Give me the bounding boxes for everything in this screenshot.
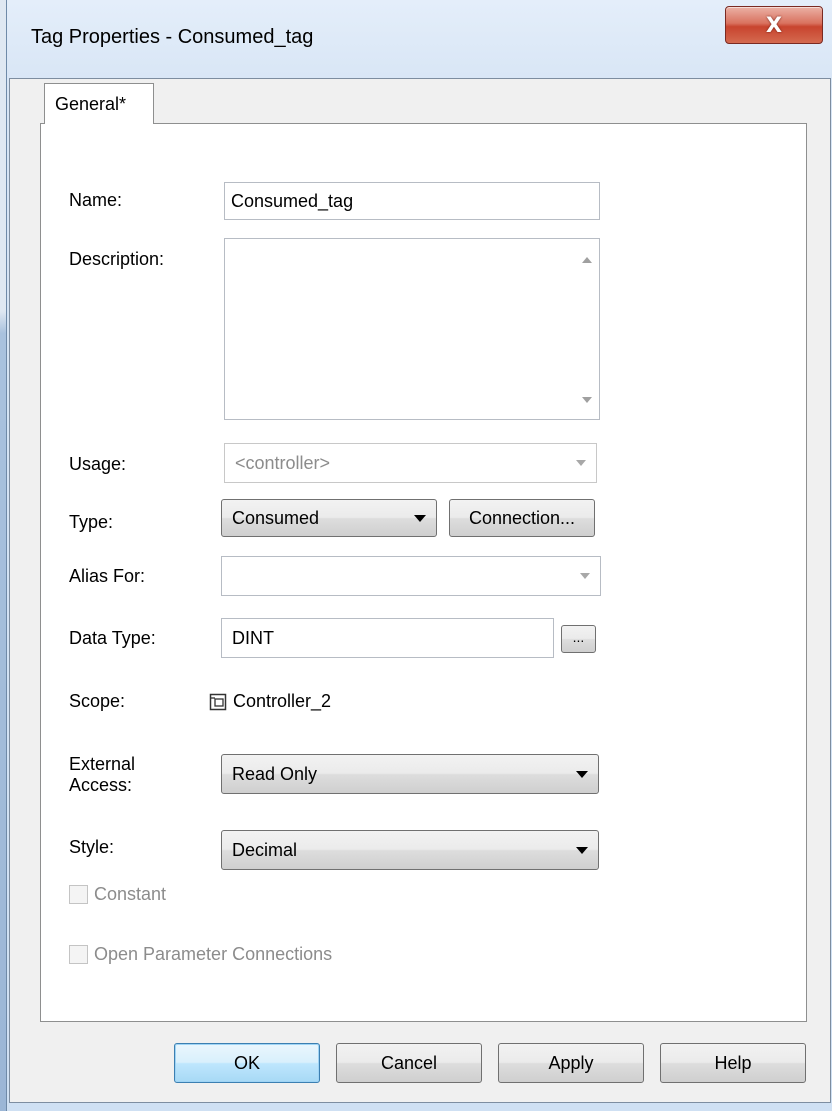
usage-label: Usage: bbox=[69, 454, 127, 474]
scroll-up-icon[interactable] bbox=[582, 257, 592, 263]
constant-label: Constant bbox=[94, 884, 167, 904]
description-textarea[interactable] bbox=[224, 238, 600, 420]
controller-icon bbox=[209, 693, 227, 711]
close-icon: X bbox=[765, 13, 783, 37]
help-button[interactable]: Help bbox=[660, 1043, 806, 1083]
external-access-select[interactable]: Read Only bbox=[221, 754, 599, 794]
constant-checkbox bbox=[69, 885, 88, 904]
constant-checkbox-row: Constant bbox=[69, 884, 166, 905]
external-access-label-line2: Access: bbox=[69, 775, 133, 795]
open-param-checkbox bbox=[69, 945, 88, 964]
open-param-checkbox-row: Open Parameter Connections bbox=[69, 944, 332, 965]
tag-properties-dialog: Tag Properties - Consumed_tag X General*… bbox=[6, 0, 832, 1111]
external-access-label-line1: External bbox=[69, 754, 136, 774]
scope-value: Controller_2 bbox=[233, 691, 332, 711]
chevron-down-icon bbox=[414, 515, 426, 522]
type-label: Type: bbox=[69, 512, 114, 532]
apply-button[interactable]: Apply bbox=[498, 1043, 644, 1083]
name-label: Name: bbox=[69, 190, 123, 210]
data-type-input[interactable]: DINT bbox=[221, 618, 554, 658]
open-param-label: Open Parameter Connections bbox=[94, 944, 333, 964]
general-panel: Name: Consumed_tag Description: Usage: <… bbox=[40, 123, 807, 1022]
description-scrollbar[interactable] bbox=[577, 239, 599, 419]
tab-general[interactable]: General* bbox=[44, 83, 154, 124]
alias-for-select[interactable] bbox=[221, 556, 601, 596]
style-select[interactable]: Decimal bbox=[221, 830, 599, 870]
name-input[interactable]: Consumed_tag bbox=[224, 182, 600, 220]
chevron-down-icon bbox=[576, 771, 588, 778]
ok-button[interactable]: OK bbox=[174, 1043, 320, 1083]
type-select[interactable]: Consumed bbox=[221, 499, 437, 537]
style-label: Style: bbox=[69, 837, 115, 857]
external-access-label: External Access: bbox=[69, 754, 135, 796]
alias-for-label: Alias For: bbox=[69, 566, 146, 586]
tab-general-label: General* bbox=[55, 93, 127, 114]
chevron-down-icon bbox=[576, 847, 588, 854]
data-type-browse-button[interactable]: ... bbox=[561, 625, 596, 653]
usage-select: <controller> bbox=[224, 443, 597, 483]
data-type-label: Data Type: bbox=[69, 628, 156, 648]
window-title: Tag Properties - Consumed_tag bbox=[31, 26, 314, 48]
dialog-body: General* Name: Consumed_tag Description:… bbox=[9, 78, 831, 1103]
type-value: Consumed bbox=[232, 507, 320, 528]
external-access-value: Read Only bbox=[232, 763, 318, 784]
close-button[interactable]: X bbox=[725, 6, 823, 44]
scroll-down-icon[interactable] bbox=[582, 397, 592, 403]
style-value: Decimal bbox=[232, 839, 298, 860]
usage-value: <controller> bbox=[235, 452, 331, 473]
connection-button[interactable]: Connection... bbox=[449, 499, 595, 537]
scope-label: Scope: bbox=[69, 691, 126, 711]
chevron-down-icon bbox=[580, 573, 590, 579]
description-label: Description: bbox=[69, 249, 165, 269]
chevron-down-icon bbox=[576, 460, 586, 466]
cancel-button[interactable]: Cancel bbox=[336, 1043, 482, 1083]
